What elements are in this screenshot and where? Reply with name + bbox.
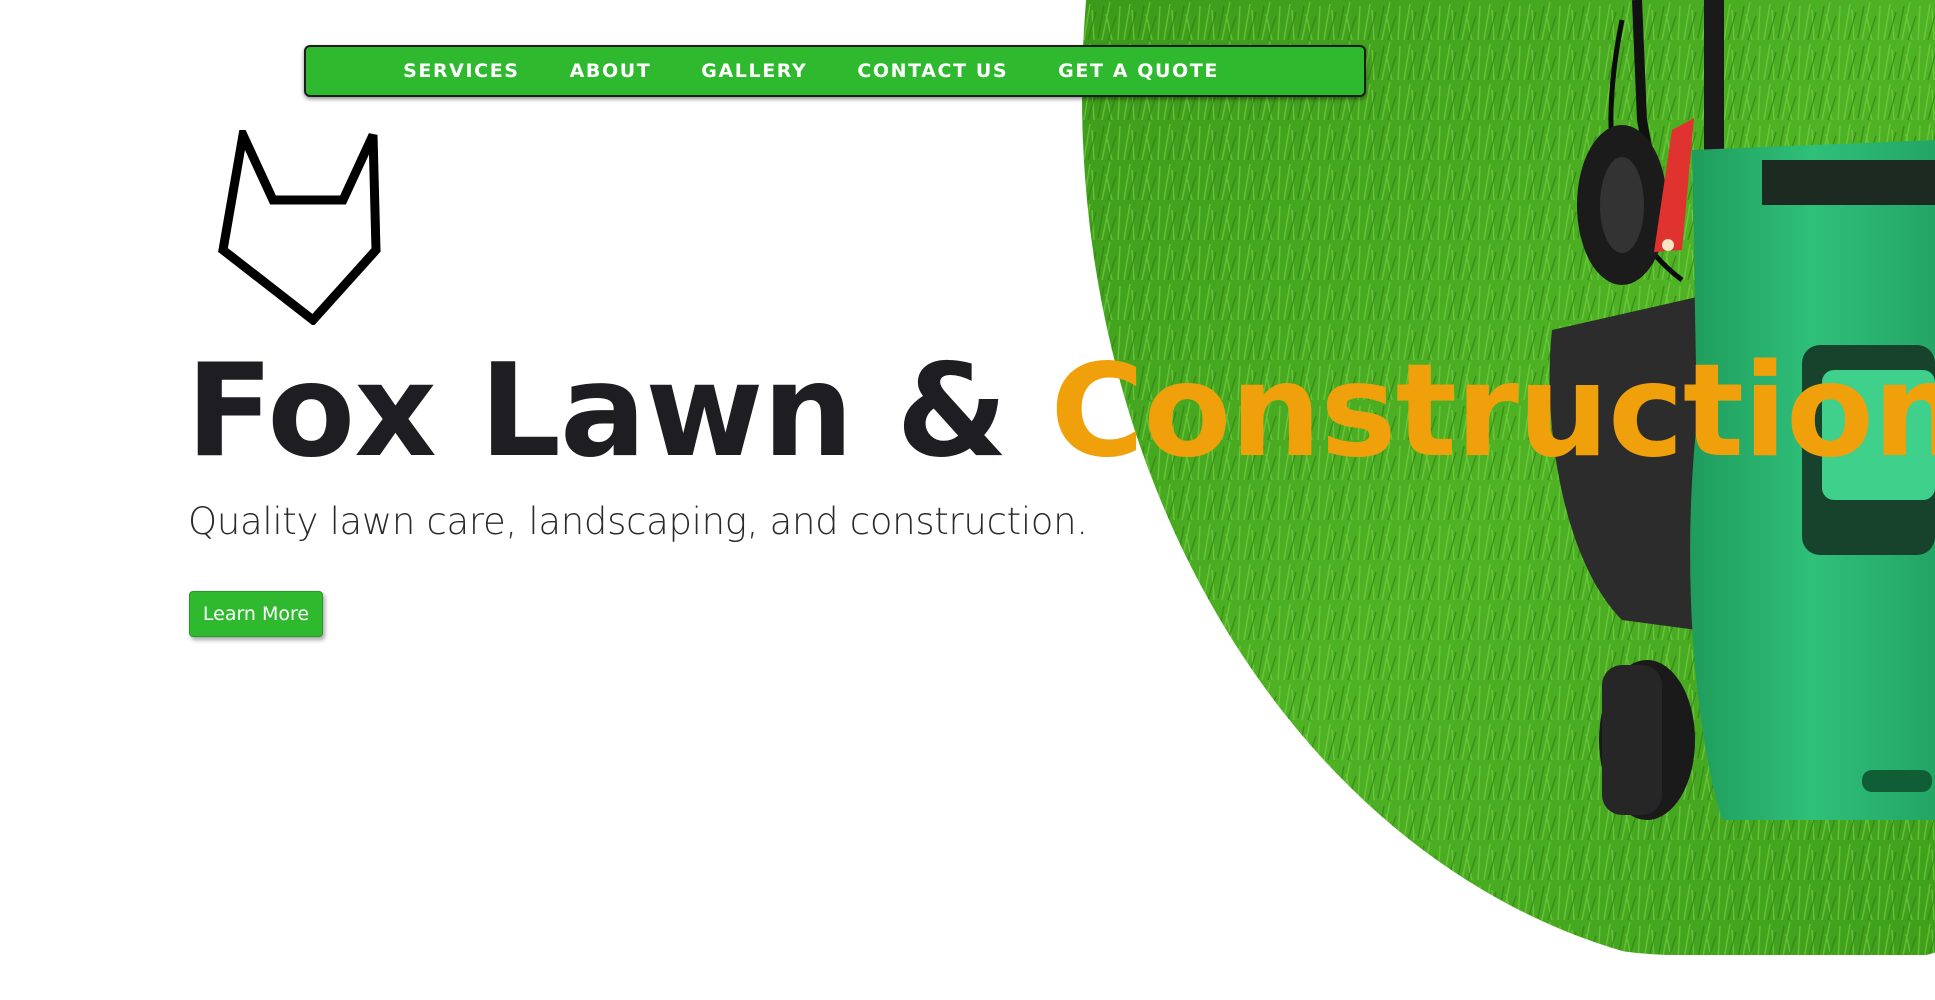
nav-services-link[interactable]: SERVICES xyxy=(378,60,544,82)
nav-gallery-link[interactable]: GALLERY xyxy=(676,60,832,82)
hero-title-main: Fox Lawn & xyxy=(186,337,1051,486)
hero-tagline: Quality lawn care, landscaping, and cons… xyxy=(188,500,1088,543)
nav-contact-link[interactable]: CONTACT US xyxy=(832,60,1033,82)
nav-about-link[interactable]: ABOUT xyxy=(545,60,677,82)
landing-page: SERVICES ABOUT GALLERY CONTACT US GET A … xyxy=(0,0,1935,1000)
hero-title-accent: Construction xyxy=(1050,337,1935,486)
main-navbar: SERVICES ABOUT GALLERY CONTACT US GET A … xyxy=(304,45,1366,97)
nav-quote-link[interactable]: GET A QUOTE xyxy=(1033,60,1244,82)
learn-more-button[interactable]: Learn More xyxy=(189,591,323,637)
hero-title: Fox Lawn & Construction xyxy=(186,341,1935,483)
nav-list: SERVICES ABOUT GALLERY CONTACT US GET A … xyxy=(378,60,1244,82)
fox-logo-icon xyxy=(218,120,413,327)
